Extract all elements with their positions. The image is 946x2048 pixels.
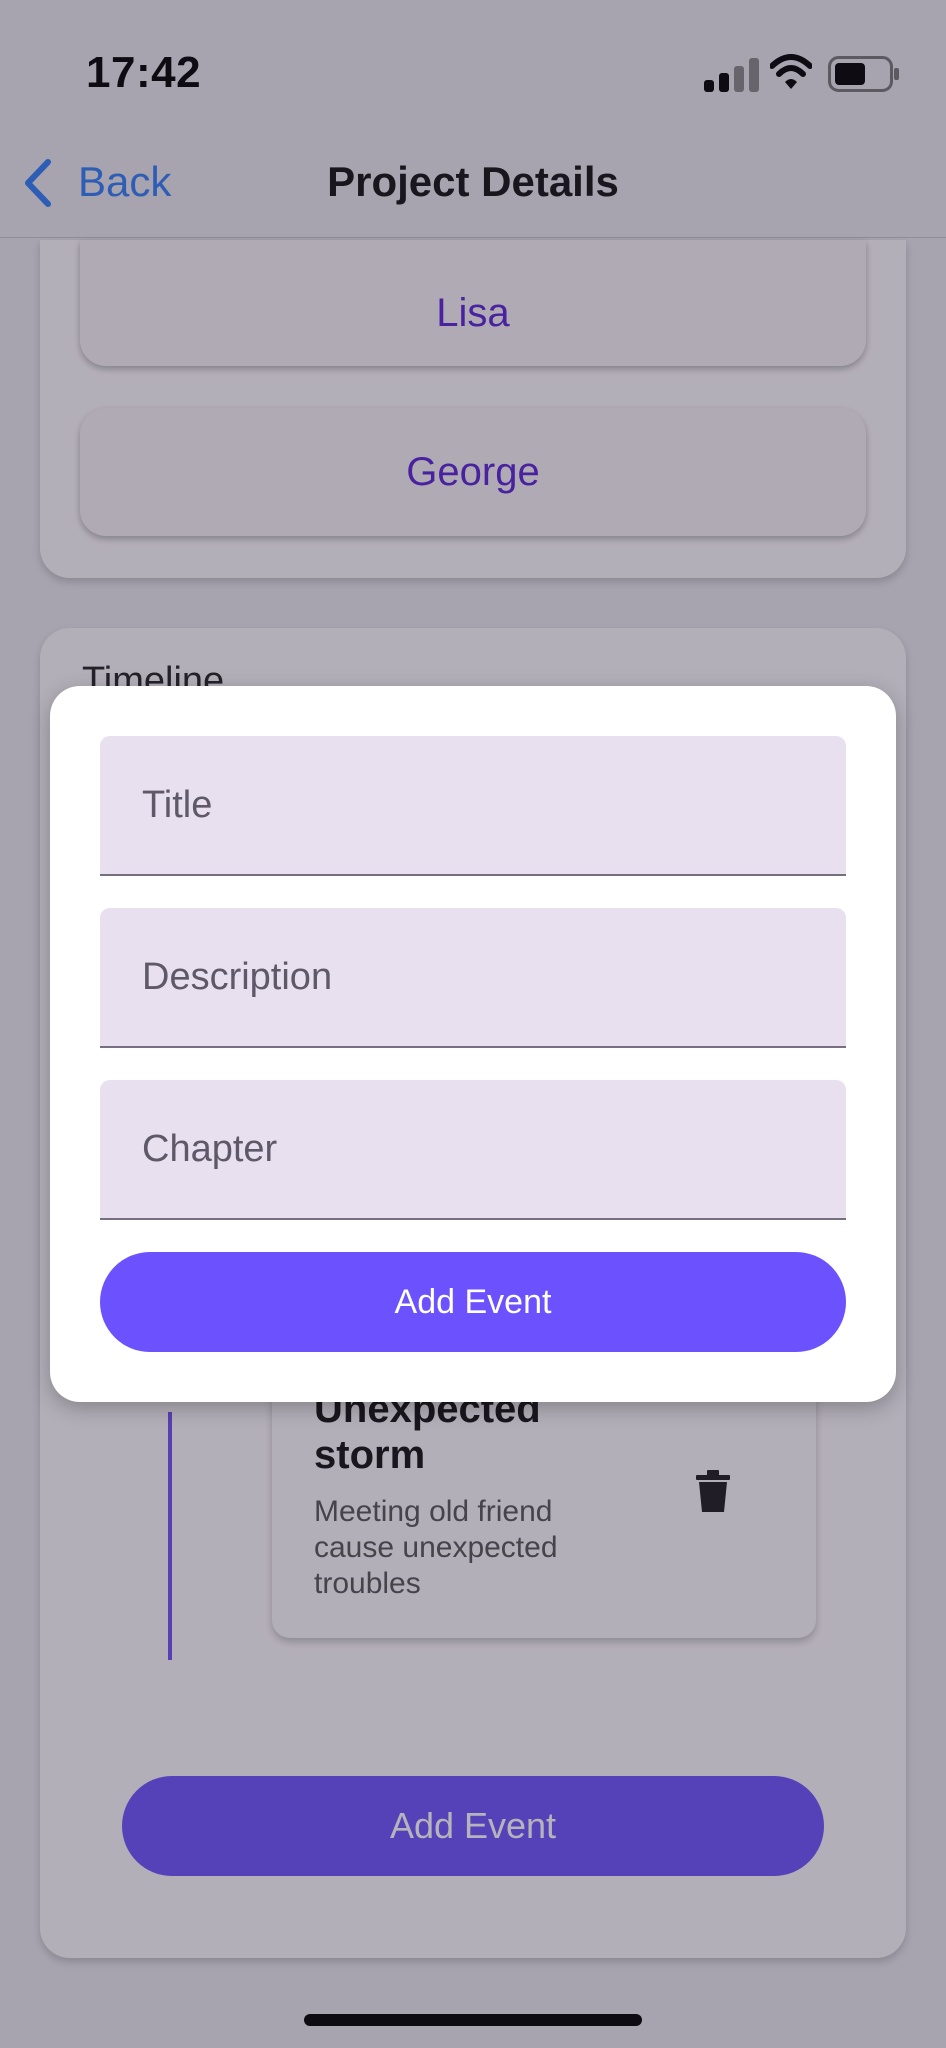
chapter-field[interactable] xyxy=(100,1080,846,1220)
chapter-input[interactable] xyxy=(142,1127,846,1171)
title-input[interactable] xyxy=(142,783,846,827)
description-input[interactable] xyxy=(142,955,846,999)
description-field[interactable] xyxy=(100,908,846,1048)
dialog-add-event-button[interactable]: Add Event xyxy=(100,1252,846,1352)
title-field[interactable] xyxy=(100,736,846,876)
